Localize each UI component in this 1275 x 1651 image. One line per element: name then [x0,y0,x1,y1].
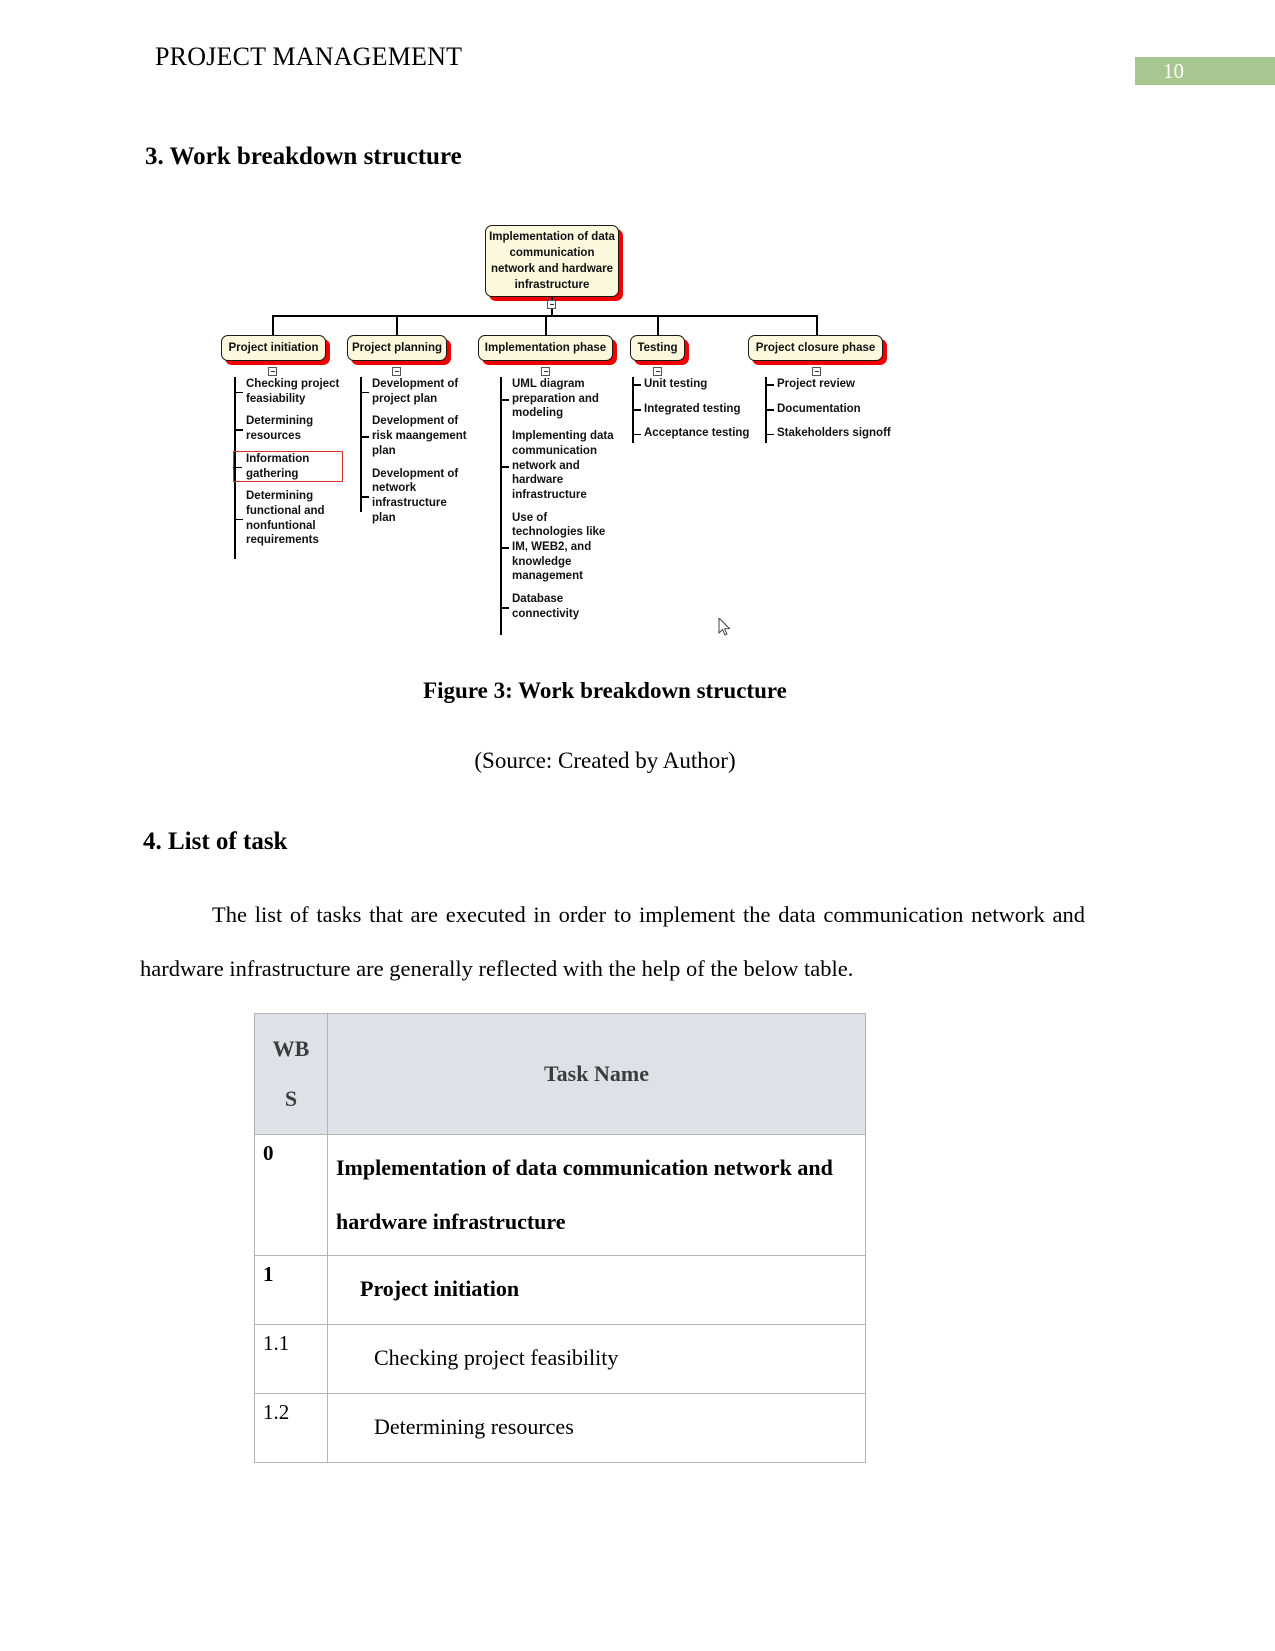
column-header-wbs: WB S [254,1013,328,1135]
section-heading-wbs: 3. Work breakdown structure [145,143,462,170]
mouse-cursor-icon [718,618,731,636]
wbs-leaf: Development of project plan [360,377,472,406]
connector-to-initiation [272,315,274,335]
cell-task-name-text: Determining resources [374,1414,574,1439]
wbs-leaf: Stakeholders signoff [765,426,895,441]
wbs-node-project-planning: Project planning [347,335,447,361]
wbs-leaf: UML diagram preparation and modeling [500,377,620,421]
connector-to-closure [816,315,818,335]
wbs-leaf: Acceptance testing [632,426,750,441]
table-row: 1.2 Determining resources [254,1393,866,1463]
wbs-leaf: Determining resources [234,414,342,443]
tasks-paragraph: The list of tasks that are executed in o… [140,902,1085,981]
page-number: 10 [1163,59,1184,83]
column-header-wbs-line2: S [284,1086,298,1111]
column-header-wbs-line1: WB [272,1036,310,1061]
cell-wbs: 1.2 [254,1393,328,1463]
collapse-box-icon[interactable] [547,300,556,309]
table-row: 1.1 Checking project feasibility [254,1324,866,1394]
collapse-box-icon[interactable] [541,367,550,376]
cell-task-name-text: Project initiation [360,1276,520,1301]
section-heading-list-of-task: 4. List of task [143,828,288,855]
table-row: 1 Project initiation [254,1255,866,1325]
table-row: 0 Implementation of data communication n… [254,1134,866,1256]
task-list-table: WB S Task Name 0 Implementation of data … [254,1013,866,1463]
wbs-node-testing: Testing [630,335,685,361]
table-body: 0 Implementation of data communication n… [254,1134,866,1463]
wbs-leaf: Database connectivity [500,592,620,621]
page-number-badge: 10 [1135,57,1275,85]
cell-wbs: 1 [254,1255,328,1325]
cell-task-name: Project initiation [327,1255,866,1325]
figure-source: (Source: Created by Author) [474,748,736,773]
collapse-box-icon[interactable] [392,367,401,376]
table-header: WB S Task Name [254,1013,866,1135]
wbs-leaf: Use of technologies like IM, WEB2, and k… [500,511,620,585]
wbs-leaves-project-closure-phase: Project review Documentation Stakeholder… [765,377,895,451]
wbs-leaf: Project review [765,377,895,392]
cell-wbs: 0 [254,1134,328,1256]
wbs-leaf: Determining functional and nonfuntional … [234,489,342,548]
wbs-leaf: Implementing data communication network … [500,429,620,503]
figure-caption: Figure 3: Work breakdown structure [423,678,787,703]
cell-task-name: Determining resources [327,1393,866,1463]
collapse-box-icon[interactable] [268,367,277,376]
wbs-leaf: Checking project feasiability [234,377,342,406]
wbs-leaf: Documentation [765,402,895,417]
column-header-task-name: Task Name [327,1013,866,1135]
connector-to-testing [657,315,659,335]
wbs-leaves-testing: Unit testing Integrated testing Acceptan… [632,377,750,451]
connector-to-planning [396,315,398,335]
table-header-row: WB S Task Name [254,1013,866,1135]
wbs-leaf: Development of network infrastructure pl… [360,467,472,526]
wbs-leaves-implementation-phase: UML diagram preparation and modeling Imp… [500,377,620,635]
document-page: PROJECT MANAGEMENT 10 3. Work breakdown … [0,0,1275,1651]
cell-task-name-text: Checking project feasibility [374,1345,619,1370]
document-header: PROJECT MANAGEMENT 10 [0,42,1275,85]
wbs-leaf: Unit testing [632,377,750,392]
wbs-root-node: Implementation of data communication net… [485,225,619,297]
collapse-box-icon[interactable] [812,367,821,376]
wbs-leaf-highlighted: Information gathering [233,450,343,483]
cell-task-name: Checking project feasibility [327,1324,866,1394]
wbs-leaves-project-initiation: Checking project feasiability Determinin… [233,377,343,559]
wbs-node-implementation-phase: Implementation phase [478,335,613,361]
collapse-box-icon[interactable] [653,367,662,376]
wbs-leaves-project-planning: Development of project plan Development … [360,377,472,533]
wbs-node-project-initiation: Project initiation [221,335,326,361]
wbs-leaf: Development of risk maangement plan [360,414,472,458]
wbs-diagram: Implementation of data communication net… [210,215,920,655]
wbs-leaf: Integrated testing [632,402,750,417]
cell-wbs: 1.1 [254,1324,328,1394]
cell-task-name: Implementation of data communication net… [327,1134,866,1256]
wbs-node-project-closure-phase: Project closure phase [748,335,883,361]
connector-to-implementation [545,315,547,335]
header-title: PROJECT MANAGEMENT [155,42,463,71]
